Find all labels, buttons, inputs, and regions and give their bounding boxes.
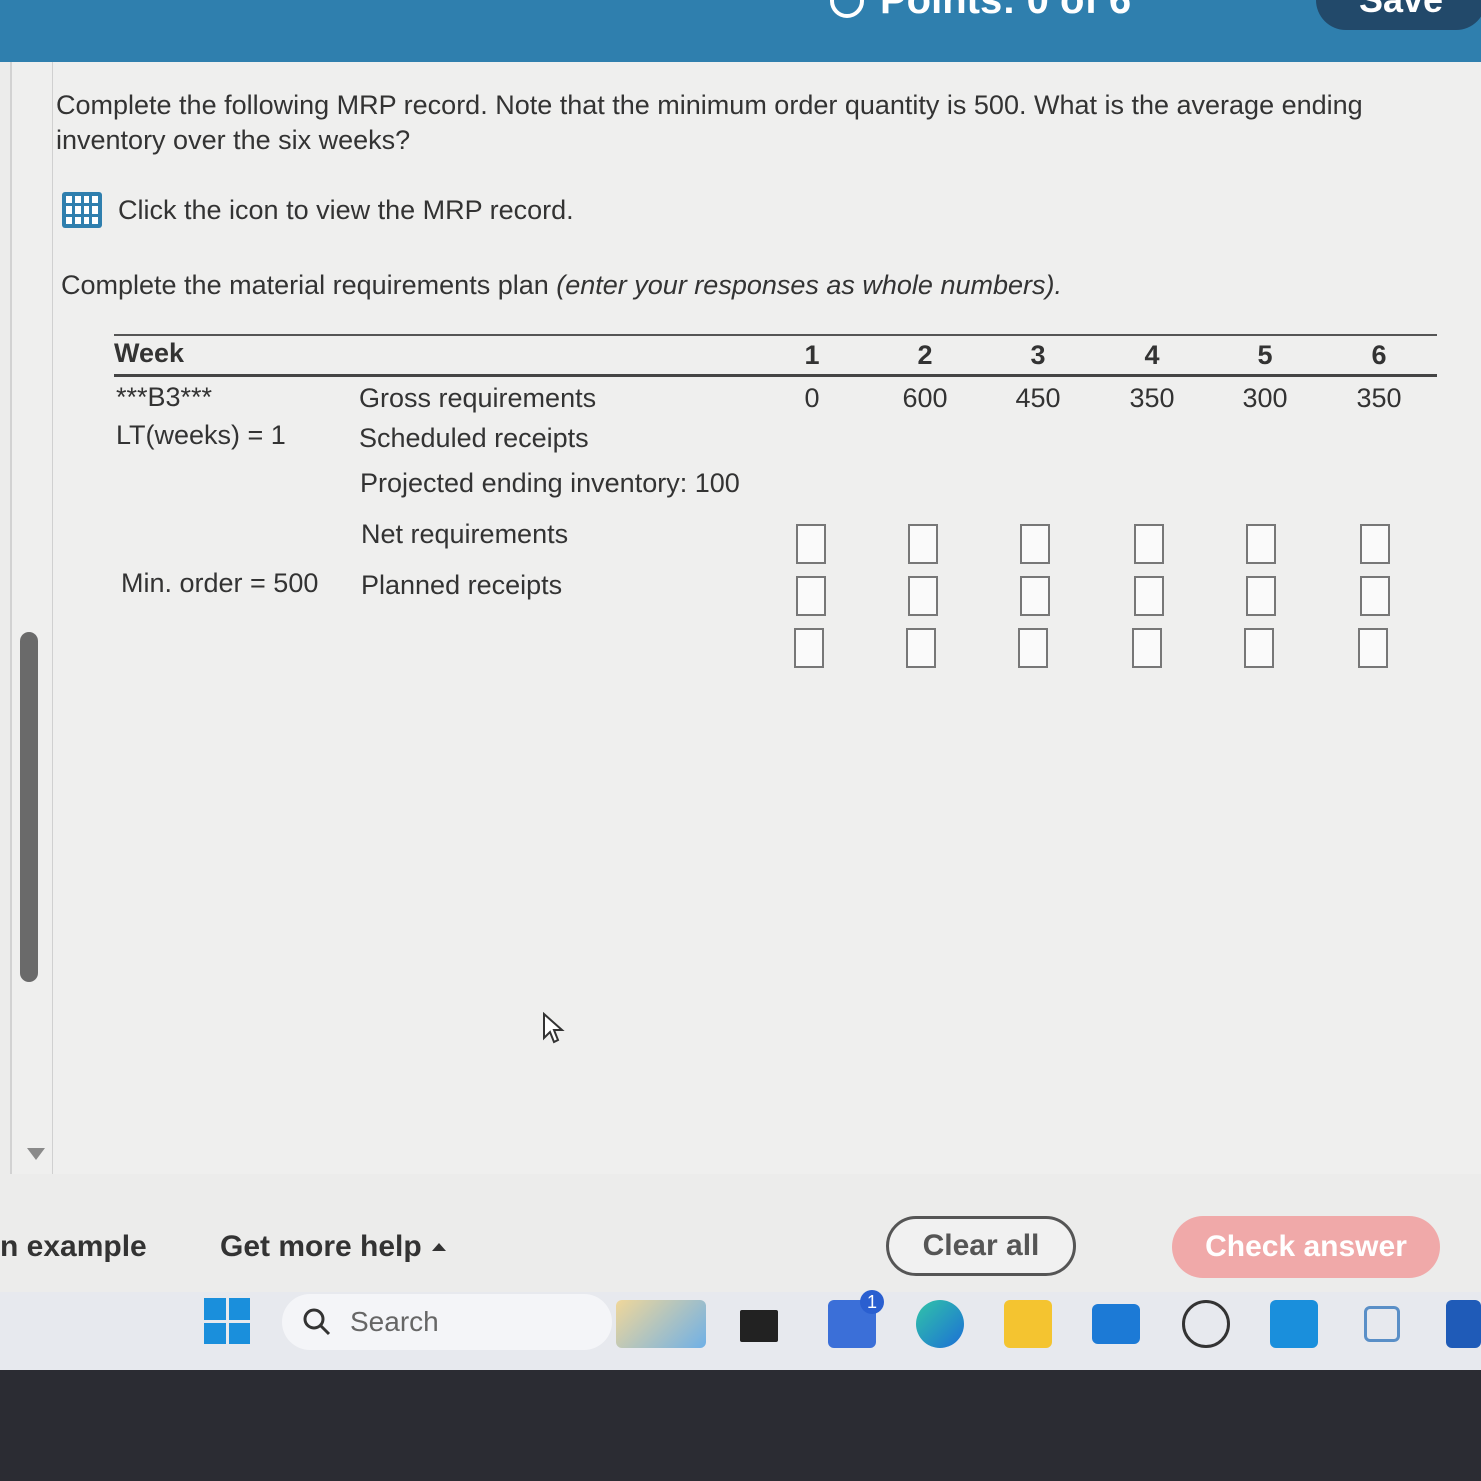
points-label: Points: 0 of 6 xyxy=(880,0,1132,22)
week-5-header: 5 xyxy=(1257,340,1273,370)
net-requirements-input-week-1[interactable] xyxy=(796,576,826,616)
clear-all-button[interactable]: Clear all xyxy=(886,1216,1076,1276)
projected-inventory-label: Projected ending inventory: 100 xyxy=(360,468,740,498)
week-2-header: 2 xyxy=(917,340,933,370)
mouse-cursor-icon xyxy=(543,1012,565,1044)
save-button[interactable]: Save xyxy=(1316,0,1481,30)
gross-requirements-label: Gross requirements xyxy=(359,383,597,413)
planned-receipts-input-week-4[interactable] xyxy=(1132,628,1162,668)
task-view-icon[interactable] xyxy=(740,1310,778,1342)
gross-requirement-week-1: 0 xyxy=(804,383,820,413)
planned-receipts-input-week-3[interactable] xyxy=(1018,628,1048,668)
question-footer: n example Get more help Clear all Check … xyxy=(0,1202,1481,1292)
top-bar: Points: 0 of 6 Save xyxy=(0,0,1481,62)
projected-inventory-input-week-6[interactable] xyxy=(1360,524,1390,564)
net-requirements-input-week-4[interactable] xyxy=(1134,576,1164,616)
gross-requirement-week-6: 350 xyxy=(1356,383,1402,413)
question-page: Complete the following MRP record. Note … xyxy=(0,62,1481,1292)
projected-inventory-input-week-2[interactable] xyxy=(908,524,938,564)
planned-receipts-input-week-2[interactable] xyxy=(906,628,936,668)
windows-start-icon[interactable] xyxy=(204,1298,250,1344)
windows-switch-icon[interactable] xyxy=(1364,1306,1400,1342)
lead-time: LT(weeks) = 1 xyxy=(116,420,286,450)
scrollbar-thumb[interactable] xyxy=(20,632,38,982)
caret-up-icon xyxy=(431,1243,446,1251)
windows-taskbar: Search 1 xyxy=(0,1290,1481,1370)
projected-inventory-input-week-5[interactable] xyxy=(1246,524,1276,564)
instruction-text: Complete the material requirements plan … xyxy=(61,270,1062,300)
file-explorer-icon[interactable] xyxy=(1004,1300,1052,1348)
table-header-rule xyxy=(114,374,1437,377)
item-name: ***B3*** xyxy=(116,382,213,412)
taskbar-search-placeholder: Search xyxy=(350,1306,439,1337)
net-requirements-label: Net requirements xyxy=(361,519,569,549)
scroll-down-arrow-icon[interactable] xyxy=(27,1148,45,1160)
mrp-record-link[interactable]: Click the icon to view the MRP record. xyxy=(62,192,574,228)
week-6-header: 6 xyxy=(1371,340,1387,370)
planned-receipts-input-week-1[interactable] xyxy=(794,628,824,668)
gross-requirement-week-2: 600 xyxy=(902,383,948,413)
question-panel: Complete the following MRP record. Note … xyxy=(10,62,1481,1174)
word-icon[interactable] xyxy=(1446,1300,1481,1348)
table-top-rule xyxy=(114,334,1437,336)
planned-receipts-input-week-5[interactable] xyxy=(1244,628,1274,668)
scrollbar[interactable] xyxy=(12,62,53,1174)
cortana-icon[interactable] xyxy=(1270,1300,1318,1348)
mail-icon[interactable] xyxy=(1092,1304,1140,1344)
week-4-header: 4 xyxy=(1144,340,1160,370)
projected-inventory-input-week-3[interactable] xyxy=(1020,524,1050,564)
points-indicator: Points: 0 of 6 xyxy=(830,0,1131,23)
check-answer-button[interactable]: Check answer xyxy=(1172,1216,1440,1278)
planned-receipts-label: Planned receipts xyxy=(361,570,563,600)
net-requirements-input-week-5[interactable] xyxy=(1246,576,1276,616)
mrp-table: Week 1 2 3 4 5 6 ***B3*** LT(weeks) = 1 … xyxy=(114,334,1437,668)
search-icon xyxy=(303,1308,331,1336)
net-requirements-input-week-3[interactable] xyxy=(1020,576,1050,616)
mrp-record-link-label[interactable]: Click the icon to view the MRP record. xyxy=(118,195,574,226)
get-more-help-link[interactable]: Get more help xyxy=(220,1230,446,1264)
widgets-icon[interactable] xyxy=(616,1300,706,1348)
net-requirements-input-week-2[interactable] xyxy=(908,576,938,616)
question-text: Complete the following MRP record. Note … xyxy=(56,90,1363,155)
view-example-link[interactable]: n example xyxy=(0,1230,147,1264)
projected-inventory-input-week-4[interactable] xyxy=(1134,524,1164,564)
week-3-header: 3 xyxy=(1030,340,1046,370)
table-grid-icon[interactable] xyxy=(62,192,102,228)
week-header: Week xyxy=(114,338,185,368)
scheduled-receipts-label: Scheduled receipts xyxy=(359,423,589,453)
edge-browser-icon[interactable] xyxy=(916,1300,964,1348)
get-more-help-label[interactable]: Get more help xyxy=(220,1230,422,1264)
projected-inventory-input-week-1[interactable] xyxy=(796,524,826,564)
dell-icon[interactable] xyxy=(1182,1300,1230,1348)
teams-chat-icon[interactable]: 1 xyxy=(828,1290,884,1348)
gross-requirement-week-4: 350 xyxy=(1129,383,1175,413)
instruction-italic: (enter your responses as whole numbers). xyxy=(556,270,1062,300)
min-order: Min. order = 500 xyxy=(121,568,319,598)
net-requirements-input-week-6[interactable] xyxy=(1360,576,1390,616)
gross-requirement-week-3: 450 xyxy=(1015,383,1061,413)
notification-badge: 1 xyxy=(860,1290,884,1314)
week-1-header: 1 xyxy=(804,340,820,370)
gross-requirement-week-5: 300 xyxy=(1242,383,1288,413)
progress-ring-icon xyxy=(830,0,864,18)
monitor-bezel xyxy=(0,1370,1481,1481)
planned-receipts-input-week-6[interactable] xyxy=(1358,628,1388,668)
taskbar-search[interactable]: Search xyxy=(282,1294,612,1350)
